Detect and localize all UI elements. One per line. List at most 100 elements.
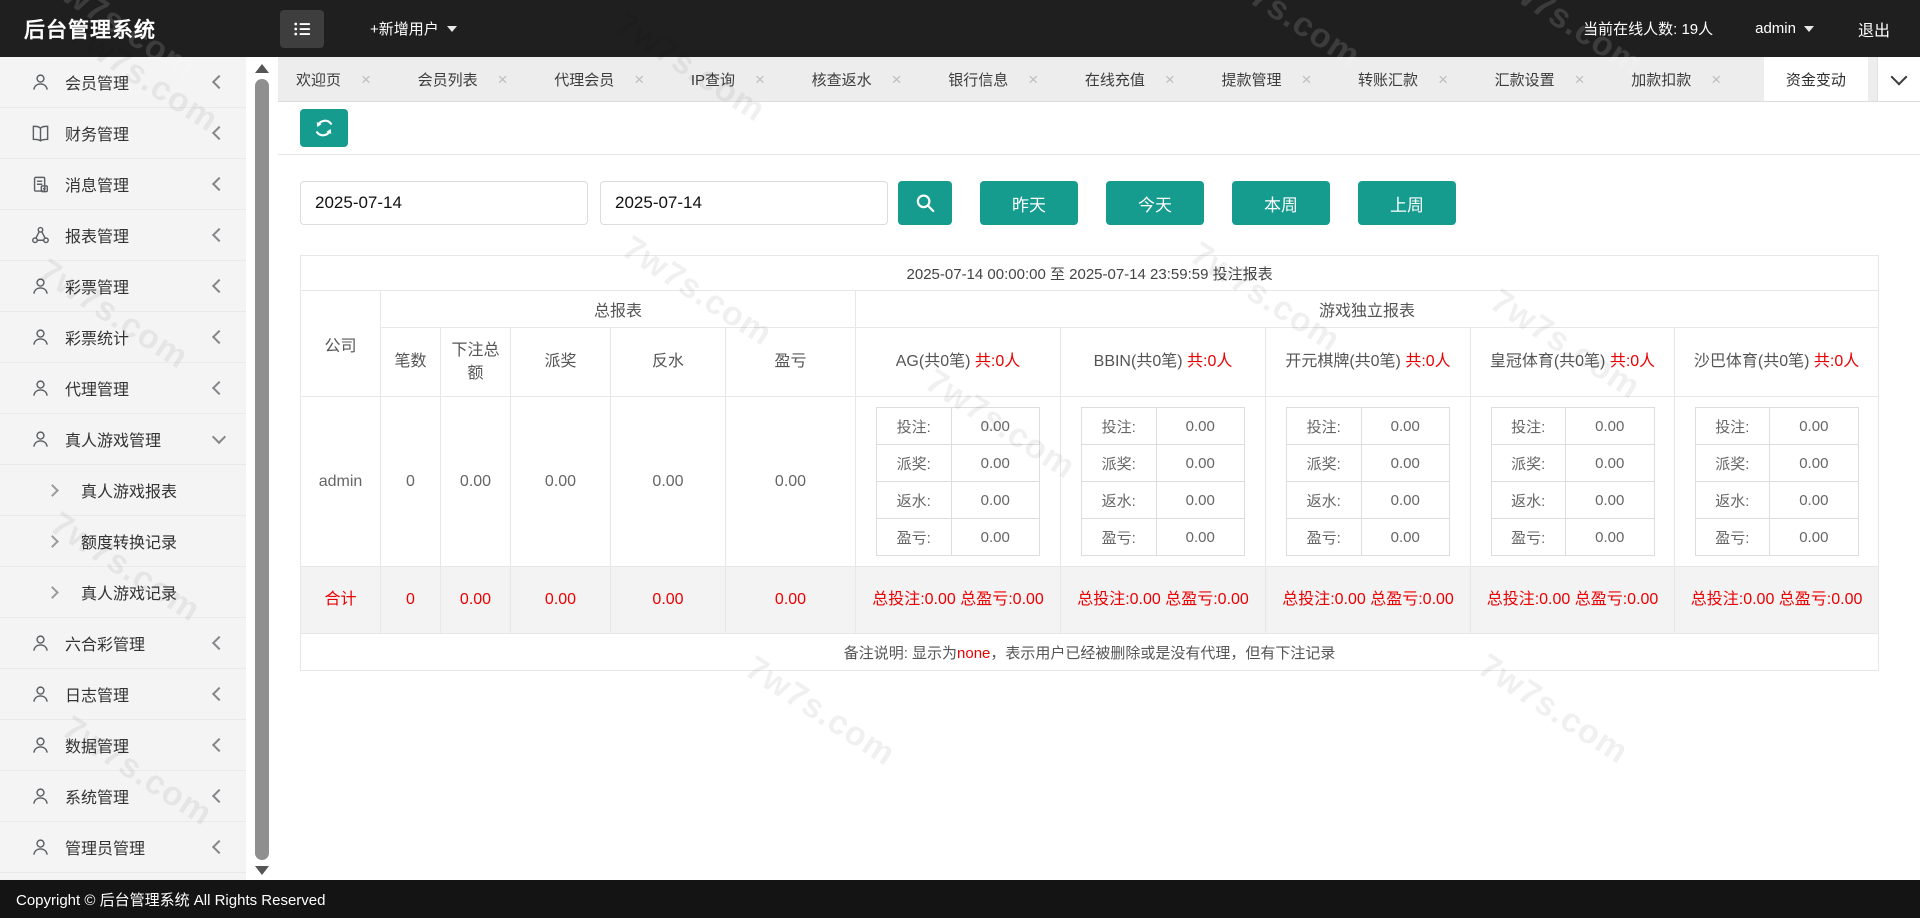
expand-chevron-icon [211,176,227,192]
sidebar-item[interactable]: 系统管理 [0,771,246,822]
summary-game-cell: 总投注:0.00 总盈亏:0.00 [1470,566,1675,634]
tab-list-dropdown-button[interactable] [1877,57,1920,101]
expand-chevron-icon [211,686,227,702]
tab[interactable]: 加款扣款 × [1627,57,1725,101]
tab-label: 会员列表 [417,71,478,89]
mini-value: 0.00 [1769,444,1859,482]
tab[interactable]: 会员列表 × [414,57,512,101]
tab-label: 代理会员 [554,71,615,89]
mini-label: 派奖: [1081,444,1157,482]
search-button[interactable] [898,181,952,225]
game-mini-table: 投注: 0.00 派奖: 0.00 返水: 0.00 盈亏: 0.00 [1694,407,1859,556]
tab-close-icon[interactable]: × [1028,71,1038,88]
tab[interactable]: 在线充值 × [1081,57,1179,101]
game-people-count: 共:0人 [1187,353,1233,371]
sidebar-item[interactable]: 消息管理 [0,159,246,210]
game-detail-cell: 投注: 0.00 派奖: 0.00 返水: 0.00 盈亏: 0.00 [1673,396,1880,567]
tab[interactable]: 核查返水 × [808,57,906,101]
tab[interactable]: 代理会员 × [550,57,648,101]
note-highlight: none [957,644,991,662]
group-header-games: 游戏独立报表 [854,290,1880,328]
tab-close-icon[interactable]: × [1301,71,1311,88]
col-header: 盈亏 [725,327,856,397]
tab-label: 资金变动 [1785,71,1846,89]
tab[interactable]: 欢迎页 × [292,57,375,101]
new-user-dropdown[interactable]: +新增用户 [370,18,457,39]
tab[interactable]: 转账汇款 × [1354,57,1452,101]
scrollbar-thumb[interactable] [255,79,269,860]
quick-date-button[interactable]: 昨天 [980,181,1078,225]
sidebar-item[interactable]: 真人游戏记录 [0,567,246,618]
sidebar-item-label: 财务管理 [65,127,130,144]
sidebar-item[interactable]: 数据管理 [0,720,246,771]
scroll-up-arrow-icon[interactable] [255,64,269,73]
tab[interactable]: 银行信息 × [944,57,1042,101]
mini-value: 0.00 [1360,481,1451,519]
mini-label: 投注: [1490,407,1567,445]
quick-date-button[interactable]: 本周 [1232,181,1330,225]
sidebar-item[interactable]: 真人游戏报表 [0,465,246,516]
mini-label: 返水: [1490,481,1567,519]
sidebar-item[interactable]: 彩票管理 [0,261,246,312]
tab[interactable]: 汇款设置 × [1491,57,1589,101]
tab-close-icon[interactable]: × [1711,71,1721,88]
tab-close-icon[interactable]: × [1165,71,1175,88]
main-content: 欢迎页 × 会员列表 × 代理会员 × IP查询 × 核查返水 × 银行信息 ×… [278,57,1920,880]
mini-value: 0.00 [1769,481,1859,519]
cell-bets: 0 [380,396,441,567]
mini-value: 0.00 [1155,481,1246,519]
report-title: 2025-07-14 00:00:00 至 2025-07-14 23:59:5… [299,255,1880,291]
tab-close-icon[interactable]: × [755,71,765,88]
quick-date-button[interactable]: 今天 [1106,181,1204,225]
tab-active[interactable]: 资金变动 [1763,57,1868,101]
date-end-input[interactable] [600,181,888,225]
tab-close-icon[interactable]: × [361,71,371,88]
quick-date-button[interactable]: 上周 [1358,181,1456,225]
sidebar-item[interactable]: 会员管理 [0,57,246,108]
tab[interactable]: IP查询 × [687,57,769,101]
online-count: 当前在线人数: 19人 [1583,21,1714,38]
sidebar-item[interactable]: 额度转换记录 [0,516,246,567]
sidebar-item[interactable]: 管理员管理 [0,822,246,873]
tab-label: 核查返水 [811,71,872,89]
menu-item-icon [30,72,50,92]
sidebar-item-label: 代理管理 [65,382,130,399]
game-people-count: 共:0人 [974,353,1021,371]
tab[interactable]: 提款管理 × [1217,57,1315,101]
tab-close-icon[interactable]: × [892,71,902,88]
mini-value: 0.00 [1155,407,1246,445]
date-start-input[interactable] [300,181,588,225]
sidebar-item[interactable]: 日志管理 [0,669,246,720]
scroll-down-arrow-icon[interactable] [255,866,269,875]
sidebar-item[interactable]: 报表管理 [0,210,246,261]
expand-chevron-icon [211,737,227,753]
logout-button[interactable]: 退出 [1858,17,1890,41]
summary-game-cell: 总投注:0.00 总盈亏:0.00 [855,566,1061,634]
sidebar-scrollbar[interactable] [246,57,278,880]
cell-profit: 0.00 [725,396,856,567]
online-count-value: 19人 [1681,21,1714,38]
chevron-down-icon [446,25,457,32]
game-col-header: 开元棋牌(共0笔) 共:0人 [1265,327,1471,397]
tab-close-icon[interactable]: × [498,71,508,88]
sidebar-toggle-button[interactable] [280,9,324,48]
sidebar-item[interactable]: 代理管理 [0,363,246,414]
expand-chevron-icon [211,125,227,141]
summary-rebate: 0.00 [610,566,726,634]
sidebar-item-label: 六合彩管理 [65,637,146,654]
sidebar-item[interactable]: 彩票统计 [0,312,246,363]
game-detail-cell: 投注: 0.00 派奖: 0.00 返水: 0.00 盈亏: 0.00 [1470,396,1675,567]
expand-chevron-icon [211,329,227,345]
refresh-button[interactable] [300,109,348,147]
tab-close-icon[interactable]: × [1438,71,1448,88]
summary-game-cell: 总投注:0.00 总盈亏:0.00 [1265,566,1471,634]
user-menu[interactable]: admin [1755,20,1814,37]
tab-close-icon[interactable]: × [1575,71,1585,88]
sidebar-item[interactable]: 六合彩管理 [0,618,246,669]
sidebar-item[interactable]: 真人游戏管理 [0,414,246,465]
mini-label: 投注: [1286,407,1362,445]
expand-chevron-icon [211,788,227,804]
sidebar-item[interactable]: 财务管理 [0,108,246,159]
tab-close-icon[interactable]: × [634,71,644,88]
app-title: 后台管理系统 [24,18,156,42]
